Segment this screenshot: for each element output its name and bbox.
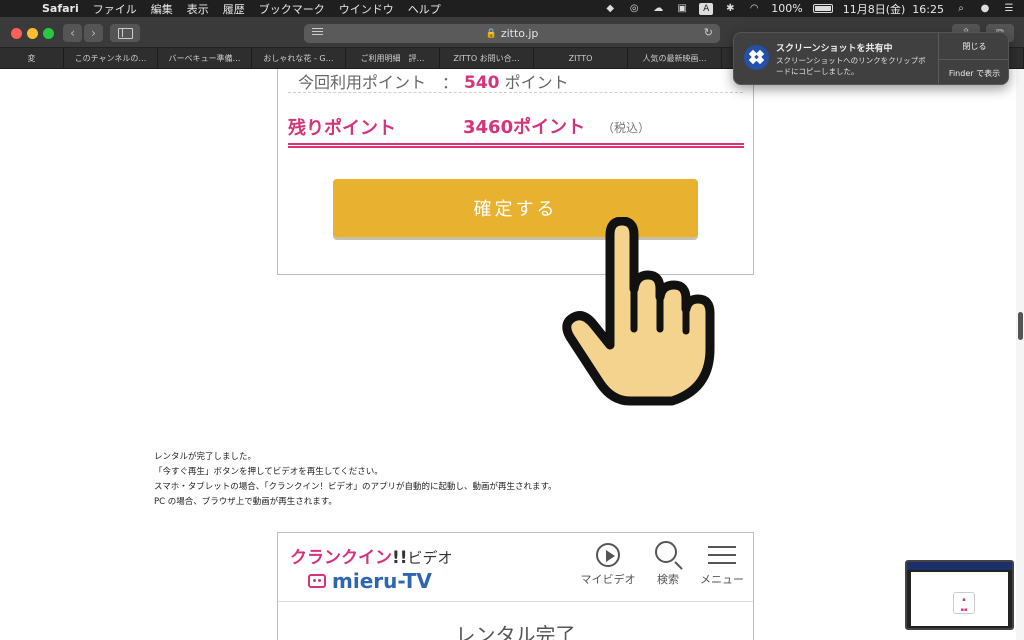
used-points-value: 540 [464,73,500,93]
wifi-icon[interactable]: ◠ [747,3,761,15]
brand-bang-text: !! [392,548,408,568]
box-icon[interactable]: ▣ [675,3,689,15]
thumbnail-content: ▪ ▪▪ [911,572,1008,626]
datetime[interactable]: 11月8日(金) 16:25 [843,1,944,17]
back-button[interactable]: ‹ [63,24,82,42]
used-points-unit: ポイント [504,73,569,92]
tab-3[interactable]: おしゃれな花 - G… [252,48,346,69]
dropbox-status-icon[interactable]: ◆ [603,3,617,15]
my-video-button[interactable]: マイビデオ [578,539,638,589]
address-bar[interactable]: 🔒 zitto.jp ↻ [304,24,720,43]
menu-button[interactable]: メニュー [692,539,752,589]
pointing-hand-icon [562,217,715,406]
play-icon [596,543,620,567]
my-video-label: マイビデオ [580,573,636,586]
rental-complete-heading: レンタル完了 [455,623,576,640]
siri-icon[interactable]: ● [978,3,992,15]
tab-1[interactable]: このチャンネルの… [64,48,158,69]
battery-icon[interactable] [812,4,833,13]
search-button[interactable]: 検索 [638,539,698,589]
menu-file[interactable]: ファイル [93,1,137,17]
notification-body: スクリーンショットへのリンクをクリップボードにコピーしました。 [776,56,926,76]
url-text: zitto.jp [500,27,539,40]
zoom-window-button[interactable] [43,28,54,39]
tab-0[interactable]: 変 [0,48,64,69]
menu-app-safari[interactable]: Safari [42,2,79,15]
thumbnail-logo: ▪ ▪▪ [953,592,975,614]
screenshot-thumbnail[interactable]: ▪ ▪▪ [905,560,1014,630]
double-divider [288,143,744,148]
message-line: PC の場合、ブラウザ上で動画が再生されます。 [154,497,337,507]
tab-7[interactable]: 人気の最新映画… [628,48,722,69]
forward-button[interactable]: › [84,24,103,42]
rental-message: レンタルが完了しました。 「今すぐ再生」ボタンを押してビデオを再生してください。… [154,450,557,510]
tab-6[interactable]: ZITTO [534,48,628,69]
remaining-points-label: 残りポイント [288,118,396,139]
scroll-thumb[interactable] [1018,312,1023,340]
dotted-divider [288,92,743,93]
menu-help[interactable]: ヘルプ [408,1,441,17]
thumbnail-header [907,562,1012,570]
message-line: スマホ・タブレットの場合、「クランクイン！ビデオ」のアプリが自動的に起動し、動画… [154,482,557,492]
reader-view-icon[interactable] [312,28,323,39]
mieru-tv-logo[interactable]: mieru-TV [308,569,432,593]
tab-4[interactable]: ご利用明細 評… [346,48,440,69]
battery-percent: 100% [771,2,803,15]
tab-5[interactable]: ZITTO お問い合… [440,48,534,69]
tax-included-label: （税込） [602,121,651,135]
menu-window[interactable]: ウインドウ [339,1,394,17]
menu-edit[interactable]: 編集 [151,1,173,17]
creative-cloud-icon[interactable]: ◎ [627,3,641,15]
menu-history[interactable]: 履歴 [223,1,245,17]
notification-close-button[interactable]: 閉じる [939,33,1008,59]
sidebar-toggle-button[interactable] [110,24,140,42]
used-points-row: 今回利用ポイント ： 540 ポイント [298,69,569,93]
tv-icon [308,574,326,588]
mieru-tv-text: mieru-TV [332,569,432,593]
embedded-site-panel: クランクイン!!ビデオ mieru-TV マイビデオ 検索 メニュー レンタル完… [277,532,754,640]
input-source-icon[interactable]: A [699,2,714,15]
message-line: 「今すぐ再生」ボタンを押してビデオを再生してください。 [154,467,383,477]
menu-bookmarks[interactable]: ブックマーク [259,1,325,17]
header-divider [278,601,753,602]
notification-center-icon[interactable]: ☰ [1002,3,1016,15]
hamburger-icon [708,540,736,570]
brand-video-text: ビデオ [407,549,453,567]
menu-bar: Safari ファイル 編集 表示 履歴 ブックマーク ウインドウ ヘルプ ◆ … [0,0,1024,17]
close-window-button[interactable] [11,28,22,39]
lock-icon: 🔒 [485,28,497,39]
web-page: 今回利用ポイント ： 540 ポイント 残りポイント 3460ポイント （税込） … [0,69,1016,640]
notification-finder-button[interactable]: Finder で表示 [939,60,1008,84]
brand-logo[interactable]: クランクイン!!ビデオ [290,543,453,568]
reload-icon[interactable]: ↻ [704,26,713,39]
minimize-window-button[interactable] [27,28,38,39]
search-label: 検索 [657,573,679,586]
spotlight-icon[interactable]: ⌕ [954,3,968,15]
dropbox-notification[interactable]: スクリーンショットを共有中 スクリーンショットへのリンクをクリップボードにコピー… [733,32,1009,85]
menu-label: メニュー [700,573,744,586]
search-icon [655,541,677,563]
bluetooth-icon[interactable]: ✱ [723,3,737,15]
cloud-icon[interactable]: ☁ [651,3,665,15]
page-scrollbar[interactable] [1016,69,1024,640]
brand-main-text: クランクイン [290,548,392,568]
remaining-points-value: 3460ポイント [463,117,586,138]
dropbox-icon [744,45,769,70]
menu-view[interactable]: 表示 [187,1,209,17]
notification-title: スクリーンショットを共有中 [776,44,893,54]
used-points-label: 今回利用ポイント ： [298,73,459,92]
tab-2[interactable]: バーベキュー準備… [158,48,252,69]
message-line: レンタルが完了しました。 [154,452,257,462]
